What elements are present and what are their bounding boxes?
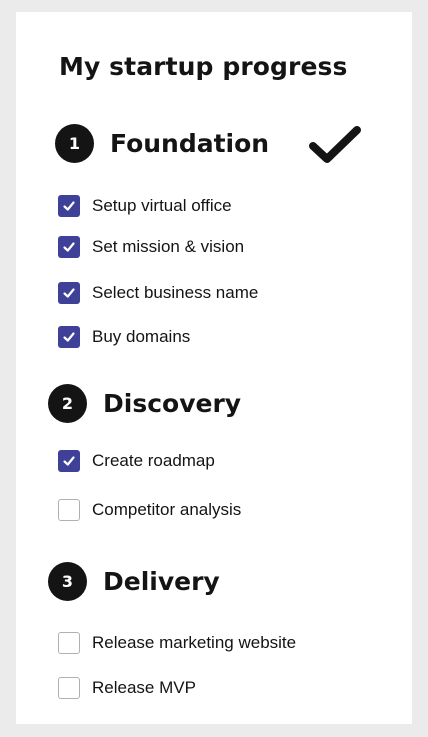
check-icon — [63, 288, 75, 298]
task-label: Release MVP — [92, 678, 196, 697]
check-icon — [63, 201, 75, 211]
step-badge: 3 — [48, 562, 87, 601]
task-item[interactable]: Competitor analysis — [58, 498, 241, 522]
task-label: Buy domains — [92, 327, 191, 346]
task-checkbox[interactable] — [58, 282, 80, 304]
section-header-delivery: 3 Delivery — [48, 562, 220, 601]
task-item[interactable]: Setup virtual office — [58, 194, 232, 218]
task-item[interactable]: Release MVP — [58, 676, 196, 700]
step-badge: 2 — [48, 384, 87, 423]
task-label: Setup virtual office — [92, 196, 232, 215]
task-label: Create roadmap — [92, 451, 215, 470]
section-header-discovery: 2 Discovery — [48, 384, 241, 423]
task-checkbox[interactable] — [58, 326, 80, 348]
section-title: Foundation — [110, 128, 270, 158]
checkmark-icon — [309, 126, 361, 163]
section-header-foundation: 1 Foundation — [55, 124, 269, 163]
progress-card: My startup progress 1 Foundation Setup v… — [16, 12, 412, 724]
task-item[interactable]: Buy domains — [58, 325, 190, 349]
section-title: Delivery — [103, 566, 220, 596]
task-label: Set mission & vision — [92, 237, 245, 256]
task-item[interactable]: Release marketing website — [58, 631, 296, 655]
task-checkbox[interactable] — [58, 450, 80, 472]
section-title: Discovery — [103, 388, 242, 418]
task-checkbox[interactable] — [58, 632, 80, 654]
task-checkbox[interactable] — [58, 236, 80, 258]
task-checkbox[interactable] — [58, 195, 80, 217]
task-item[interactable]: Select business name — [58, 281, 258, 305]
task-label: Release marketing website — [92, 633, 297, 652]
task-label: Competitor analysis — [92, 500, 242, 519]
check-icon — [63, 242, 75, 252]
check-icon — [63, 456, 75, 466]
page-title: My startup progress — [59, 52, 348, 81]
step-badge: 1 — [55, 124, 94, 163]
task-item[interactable]: Set mission & vision — [58, 235, 244, 259]
task-item[interactable]: Create roadmap — [58, 449, 215, 473]
task-checkbox[interactable] — [58, 677, 80, 699]
task-label: Select business name — [92, 283, 259, 302]
task-checkbox[interactable] — [58, 499, 80, 521]
check-icon — [63, 332, 75, 342]
